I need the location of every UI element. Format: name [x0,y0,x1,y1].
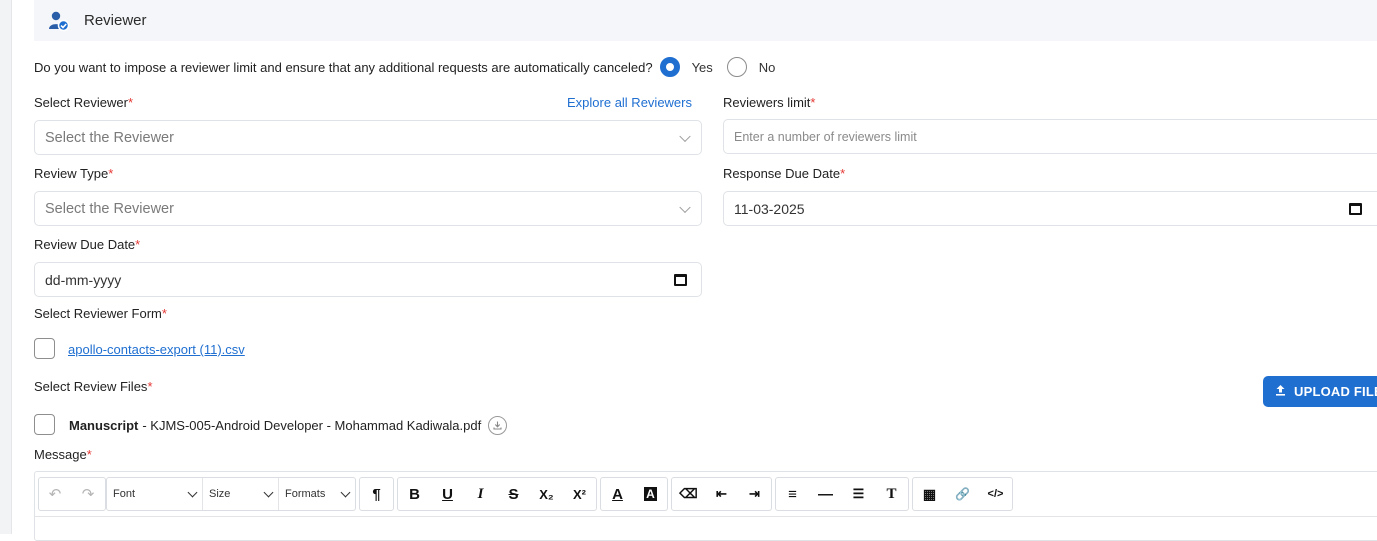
indent-icon[interactable]: ⇥ [738,478,771,510]
highlight-color-icon[interactable]: A [634,478,667,510]
reviewer-icon [48,10,70,32]
reviewers-limit-input[interactable]: Enter a number of reviewers limit [723,119,1377,154]
response-due-date-value: 11-03-2025 [734,200,805,217]
review-due-date-input[interactable]: dd-mm-yyyy [34,262,702,297]
left-sidebar-edge [0,0,12,534]
subscript-icon[interactable]: X₂ [530,478,563,510]
align-group: ≡ — ☰ T [775,477,909,511]
formats-select[interactable]: Formats [279,478,355,510]
review-type-placeholder: Select the Reviewer [45,200,174,217]
list-icon[interactable]: ☰ [842,478,875,510]
align-icon[interactable]: ≡ [776,478,809,510]
bold-icon[interactable]: B [398,478,431,510]
upload-file-label: UPLOAD FILE [1294,384,1377,399]
code-view-icon[interactable]: </> [979,478,1012,510]
response-due-date-input[interactable]: 11-03-2025 [723,191,1377,226]
eraser-icon[interactable]: ⌫ [672,478,705,510]
font-group: Font Size Formats [106,477,356,511]
reviewer-limit-question: Do you want to impose a reviewer limit a… [34,57,776,77]
calendar-icon[interactable] [1349,202,1362,215]
select-reviewer-placeholder: Select the Reviewer [45,129,174,146]
manuscript-file-row: Manuscript - KJMS-005-Android Developer … [69,415,508,435]
paragraph-icon[interactable]: ¶ [360,478,393,510]
editor-toolbar: ↶ ↷ Font Size Formats ¶ B U I S X₂ X² A … [35,472,1377,517]
no-radio[interactable] [726,57,747,77]
section-title: Reviewer [84,12,147,29]
upload-file-button[interactable]: UPLOAD FILE [1263,376,1377,407]
history-group: ↶ ↷ [38,477,106,511]
text-style-group: B U I S X₂ X² [397,477,597,511]
font-select[interactable]: Font [107,478,203,510]
yes-radio-label[interactable]: Yes [692,60,713,75]
yes-radio[interactable] [659,57,680,77]
review-files-label: Select Review Files* [34,379,153,394]
reviewers-limit-label: Reviewers limit* [723,95,816,110]
select-reviewer-dropdown[interactable]: Select the Reviewer [34,120,702,155]
chevron-down-icon [679,201,691,213]
line-height-icon[interactable]: T [875,478,908,510]
reviewers-limit-placeholder: Enter a number of reviewers limit [734,129,917,144]
select-reviewer-label: Select Reviewer* [34,95,133,110]
review-type-dropdown[interactable]: Select the Reviewer [34,191,702,226]
manuscript-checkbox[interactable] [34,414,55,435]
italic-icon[interactable]: I [464,478,497,510]
link-icon[interactable]: 🔗 [946,478,979,510]
paragraph-group: ¶ [359,477,394,511]
review-due-date-placeholder: dd-mm-yyyy [45,271,122,288]
strikethrough-icon[interactable]: S [497,478,530,510]
upload-icon [1275,384,1286,399]
manuscript-filename: - KJMS-005-Android Developer - Mohammad … [142,417,482,433]
font-color-icon[interactable]: A [601,478,634,510]
format-group: ⌫ ⇤ ⇥ [671,477,772,511]
color-group: A A [600,477,668,511]
chevron-down-icon [679,130,691,142]
section-header: Reviewer [34,0,1377,41]
reviewer-form-checkbox[interactable] [34,338,55,359]
reviewer-form-file-link[interactable]: apollo-contacts-export (11).csv [68,342,245,357]
download-icon[interactable] [488,415,508,435]
outdent-icon[interactable]: ⇤ [705,478,738,510]
no-radio-label[interactable]: No [759,60,776,75]
reviewer-form-label: Select Reviewer Form* [34,306,167,321]
message-editor[interactable]: ↶ ↷ Font Size Formats ¶ B U I S X₂ X² A … [34,471,1377,541]
horizontal-rule-icon[interactable]: — [809,478,842,510]
review-due-date-label: Review Due Date* [34,237,141,252]
insert-group: ▦ 🔗 </> [912,477,1013,511]
explore-reviewers-link[interactable]: Explore all Reviewers [567,95,692,110]
message-label: Message* [34,447,92,462]
table-icon[interactable]: ▦ [913,478,946,510]
superscript-icon[interactable]: X² [563,478,596,510]
review-type-label: Review Type* [34,166,114,181]
calendar-icon[interactable] [674,273,687,286]
underline-icon[interactable]: U [431,478,464,510]
manuscript-type: Manuscript [69,417,139,433]
size-select[interactable]: Size [203,478,279,510]
question-text: Do you want to impose a reviewer limit a… [34,59,653,75]
response-due-date-label: Response Due Date* [723,166,846,181]
undo-icon[interactable]: ↶ [39,478,71,510]
redo-icon[interactable]: ↷ [71,478,105,510]
